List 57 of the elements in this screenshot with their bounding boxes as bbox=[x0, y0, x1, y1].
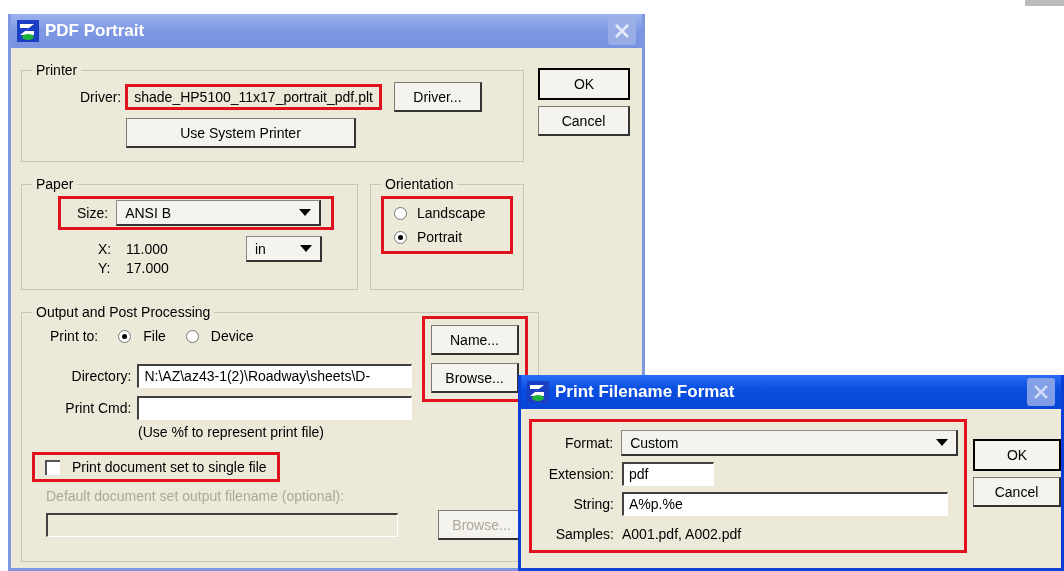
radio-button[interactable] bbox=[394, 206, 407, 220]
extension-field[interactable]: pdf bbox=[622, 462, 714, 486]
app-logo-icon bbox=[527, 381, 549, 403]
size-dropdown[interactable]: ANSI B bbox=[116, 200, 322, 226]
field-label: Samples: bbox=[554, 526, 614, 542]
dialog-button[interactable]: OK bbox=[538, 68, 630, 100]
group-label: Printer bbox=[35, 62, 79, 78]
window-title: Print Filename Format bbox=[555, 382, 736, 402]
close-icon bbox=[614, 23, 630, 39]
field-label: X: bbox=[98, 241, 112, 257]
driver-name: shade_HP5100_11x17_portrait_pdf.plt bbox=[134, 89, 373, 105]
radio-button[interactable] bbox=[118, 329, 132, 343]
caret-icon bbox=[299, 209, 312, 216]
browse-button[interactable]: Browse... bbox=[431, 363, 519, 393]
system-printer-button[interactable]: Use System Printer bbox=[126, 118, 356, 148]
field-label: String: bbox=[572, 496, 614, 512]
hint-text: (Use %f to represent print file) bbox=[138, 424, 324, 440]
checkbox-label: Print document set to single file bbox=[72, 459, 267, 475]
driver-button[interactable]: Driver... bbox=[393, 82, 482, 112]
name-button[interactable]: Name... bbox=[431, 325, 519, 355]
window-title: PDF Portrait bbox=[45, 21, 146, 41]
field-value: 11.000 bbox=[126, 241, 169, 257]
field-label: Y: bbox=[98, 260, 112, 276]
field-label: Print Cmd: bbox=[64, 400, 132, 416]
group-label: Output and Post Processing bbox=[35, 304, 212, 320]
checkbox[interactable] bbox=[45, 459, 60, 475]
radio-button[interactable] bbox=[185, 329, 199, 343]
filename-field[interactable] bbox=[46, 513, 398, 537]
radio-button[interactable] bbox=[394, 230, 407, 244]
radio-label: Landscape bbox=[417, 205, 486, 221]
format-dropdown[interactable]: Custom bbox=[621, 430, 958, 456]
command-field[interactable] bbox=[137, 396, 412, 420]
caret-icon bbox=[936, 439, 948, 446]
field-label: Print to: bbox=[50, 328, 99, 344]
field-label: Format: bbox=[563, 435, 614, 451]
field-label: Directory: bbox=[70, 368, 132, 384]
field-label: Size: bbox=[77, 205, 109, 221]
dialog-button[interactable]: OK bbox=[973, 439, 1061, 471]
group-label: Paper bbox=[35, 176, 75, 192]
group-label: Orientation bbox=[384, 176, 455, 192]
samples-text: A001.pdf, A002.pdf bbox=[622, 526, 742, 542]
field-label: Extension: bbox=[547, 466, 614, 482]
caret-icon bbox=[300, 245, 312, 252]
units-dropdown[interactable]: in bbox=[246, 236, 322, 262]
field-label: Driver: bbox=[80, 89, 122, 105]
radio-label: Device bbox=[210, 328, 254, 344]
radio-label: File bbox=[143, 328, 166, 344]
dialog-button[interactable]: Cancel bbox=[538, 106, 630, 136]
radio-label: Portrait bbox=[417, 229, 463, 245]
app-logo-icon bbox=[17, 20, 39, 42]
string-field[interactable]: A%p.%e bbox=[622, 492, 948, 516]
directory-field[interactable]: N:\AZ\az43-1(2)\Roadway\sheets\D- bbox=[137, 364, 412, 388]
panel-edge bbox=[1025, 0, 1064, 6]
field-value: 17.000 bbox=[126, 260, 169, 276]
dialog-button[interactable]: Cancel bbox=[973, 477, 1061, 507]
close-icon bbox=[1033, 384, 1049, 400]
field-label: Default document set output filename (optional): bbox=[46, 488, 345, 504]
